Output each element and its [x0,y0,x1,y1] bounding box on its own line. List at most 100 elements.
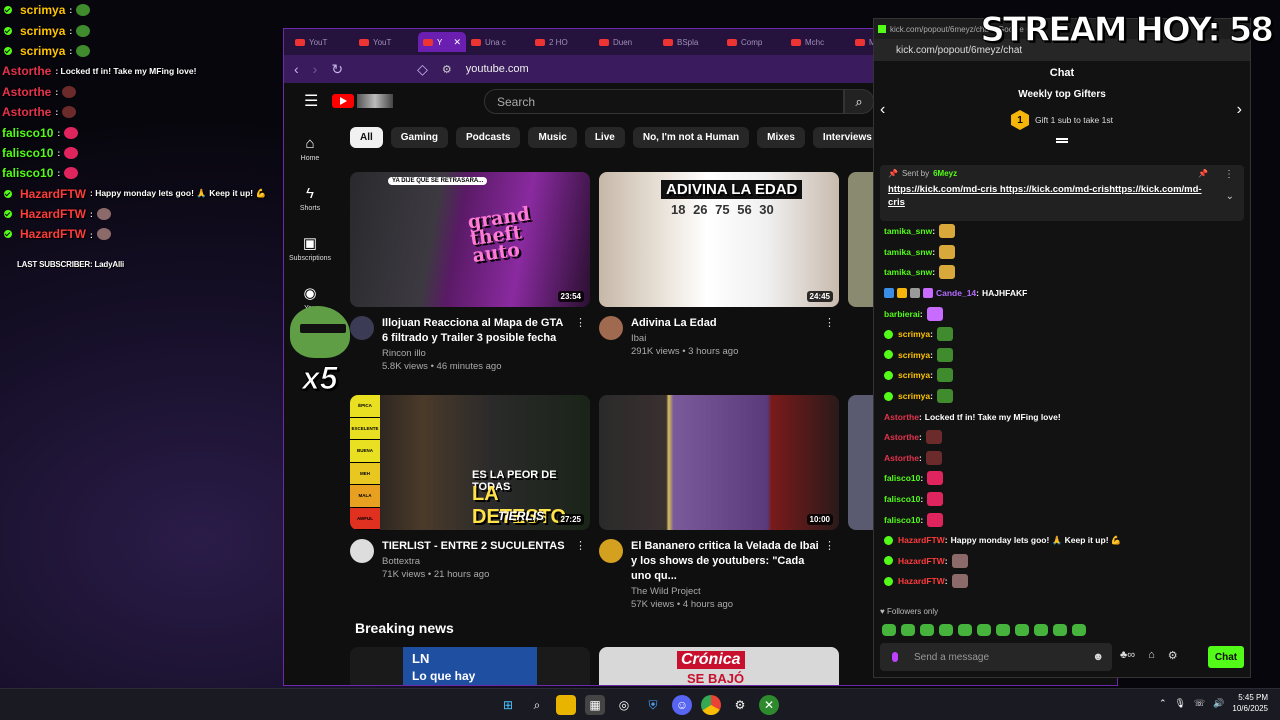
url-text[interactable]: youtube.com [466,63,529,75]
mic-icon[interactable]: 🎙 [1174,698,1185,709]
clock[interactable]: 5:45 PM 10/6/2025 [1232,692,1268,714]
browser-tab[interactable]: 2 HO [530,32,594,52]
expand-chevron-icon[interactable]: ⌄ [1226,191,1234,202]
guide-item-home[interactable]: ⌂ Home [284,123,336,173]
emoji-picker-icon[interactable]: ☻ [1092,651,1104,663]
channel-avatar[interactable] [599,316,623,340]
reload-icon[interactable]: ↻ [331,61,343,78]
store-icon[interactable]: ▦ [585,695,605,715]
video-card[interactable]: ADIVINA LA EDAD 18 26 75 56 30 24:45 Adi… [599,172,839,357]
chat-username[interactable]: barbierai [884,309,920,319]
browser-tab[interactable]: YouT [290,32,354,52]
chat-username[interactable]: tamika_snw [884,247,932,257]
filter-chip[interactable]: Music [528,127,577,148]
collapse-handle-icon[interactable] [1056,138,1068,143]
video-card[interactable]: 10:00 El Bananero critica la Velada de I… [599,395,839,610]
discord-icon[interactable]: ☺ [672,695,692,715]
emote-icon[interactable] [977,624,991,636]
chevron-up-icon[interactable]: ⌃ [1159,698,1167,709]
emote-icon[interactable] [901,624,915,636]
more-options-icon[interactable]: ⋮ [824,539,835,552]
obs-icon[interactable]: ◎ [614,695,634,715]
video-thumbnail[interactable]: YA DIJE QUE SE RETRASARA... grand theft au… [350,172,590,307]
settings-icon[interactable]: ⚙ [1168,649,1178,662]
emote-icon[interactable] [958,624,972,636]
channel-avatar[interactable] [599,539,623,563]
more-options-icon[interactable]: ⋮ [1224,169,1234,180]
chat-username[interactable]: HazardFTW [898,535,945,545]
channel-name[interactable]: Ibai [631,333,821,344]
chat-username[interactable]: HazardFTW [898,576,945,586]
chrome-icon[interactable] [701,695,721,715]
channel-name[interactable]: The Wild Project [631,586,821,597]
browser-tab[interactable]: Comp [722,32,786,52]
network-icon[interactable]: ☏ [1194,698,1205,709]
pinned-link[interactable]: https://kick.com/md-cris https://kick.co… [888,183,1218,209]
pin-toggle-icon[interactable]: 📌 [1198,169,1208,178]
site-info-icon[interactable]: ⚙ [442,63,452,76]
volume-icon[interactable]: 🔊 [1213,698,1224,709]
guide-item-subscriptions[interactable]: ▣ Subscriptions [284,223,336,273]
video-title[interactable]: Illojuan Reacciona al Mapa de GTA 6 filt… [382,316,572,346]
filter-chip[interactable]: Interviews [812,127,882,148]
browser-tab[interactable]: Mchc [786,32,850,52]
xbox-icon[interactable]: ✕ [759,695,779,715]
browser-tab[interactable]: Y ✕ [418,32,466,52]
filter-chip[interactable]: Mixes [757,127,805,148]
chat-username[interactable]: Astorthe [884,412,919,422]
video-card[interactable]: YA DIJE QUE SE RETRASARA... grand theft au… [350,172,590,372]
filter-chip[interactable]: All [350,127,383,148]
chevron-left-icon[interactable]: ‹ [880,101,885,119]
close-icon[interactable]: ✕ [453,37,461,48]
shield-icon[interactable]: ⛨ [643,695,663,715]
youtube-logo[interactable] [332,94,355,108]
chat-username[interactable]: scrimya [898,391,930,401]
file-explorer-icon[interactable] [556,695,576,715]
settings-icon[interactable]: ⚙ [730,695,750,715]
search-icon[interactable]: ⌕ [844,89,874,114]
chevron-right-icon[interactable]: › [1237,101,1242,119]
search-icon[interactable]: ⌕ [527,695,547,715]
chat-username[interactable]: falisco10 [884,515,920,525]
badges-icon[interactable]: ♣∞ [1120,649,1135,662]
chat-username[interactable]: Astorthe [884,432,919,442]
browser-tab[interactable]: Una c [466,32,530,52]
news-card[interactable]: LN Lo que hay [350,647,590,685]
emote-icon[interactable] [1072,624,1086,636]
video-card[interactable]: ÉPICA EXCELENTE BUENA MEH MALA AWFUL ES LA PE… [350,395,590,580]
chat-username[interactable]: tamika_snw [884,267,932,277]
bookmark-icon[interactable]: ◇ [417,61,428,78]
chat-username[interactable]: Astorthe [884,453,919,463]
news-card[interactable]: Crónica SE BAJÓ [599,647,839,685]
browser-tab[interactable]: BSpla [658,32,722,52]
chat-username[interactable]: scrimya [898,370,930,380]
search-input[interactable]: Search [484,89,844,114]
emote-icon[interactable] [939,624,953,636]
filter-chip[interactable]: Podcasts [456,127,521,148]
forward-icon[interactable]: › [313,61,318,77]
chat-username[interactable]: scrimya [898,350,930,360]
emote-icon[interactable] [996,624,1010,636]
browser-tab[interactable]: Duen [594,32,658,52]
more-options-icon[interactable]: ⋮ [575,539,586,552]
video-title[interactable]: TIERLIST - ENTRE 2 SUCULENTAS [382,539,572,554]
emote-icon[interactable] [1053,624,1067,636]
store-icon[interactable]: ⌂ [1148,649,1155,662]
video-title[interactable]: El Bananero critica la Velada de Ibai y … [631,539,821,584]
browser-tab[interactable]: YouT [354,32,418,52]
channel-name[interactable]: Bottextra [382,556,572,567]
more-options-icon[interactable]: ⋮ [824,316,835,329]
back-icon[interactable]: ‹ [294,61,299,77]
channel-name[interactable]: Rincon illo [382,348,572,359]
video-thumbnail[interactable]: ADIVINA LA EDAD 18 26 75 56 30 24:45 [599,172,839,307]
guide-item-shorts[interactable]: ϟ Shorts [284,173,336,223]
emote-icon[interactable] [882,624,896,636]
video-title[interactable]: Adivina La Edad [631,316,821,331]
menu-icon[interactable]: ☰ [304,91,318,111]
news-thumbnail[interactable]: Crónica SE BAJÓ [599,647,839,685]
news-thumbnail[interactable]: LN Lo que hay [350,647,590,685]
channel-avatar[interactable] [350,539,374,563]
more-options-icon[interactable]: ⋮ [575,316,586,329]
chat-username[interactable]: Cande_14 [936,288,976,298]
emote-icon[interactable] [920,624,934,636]
